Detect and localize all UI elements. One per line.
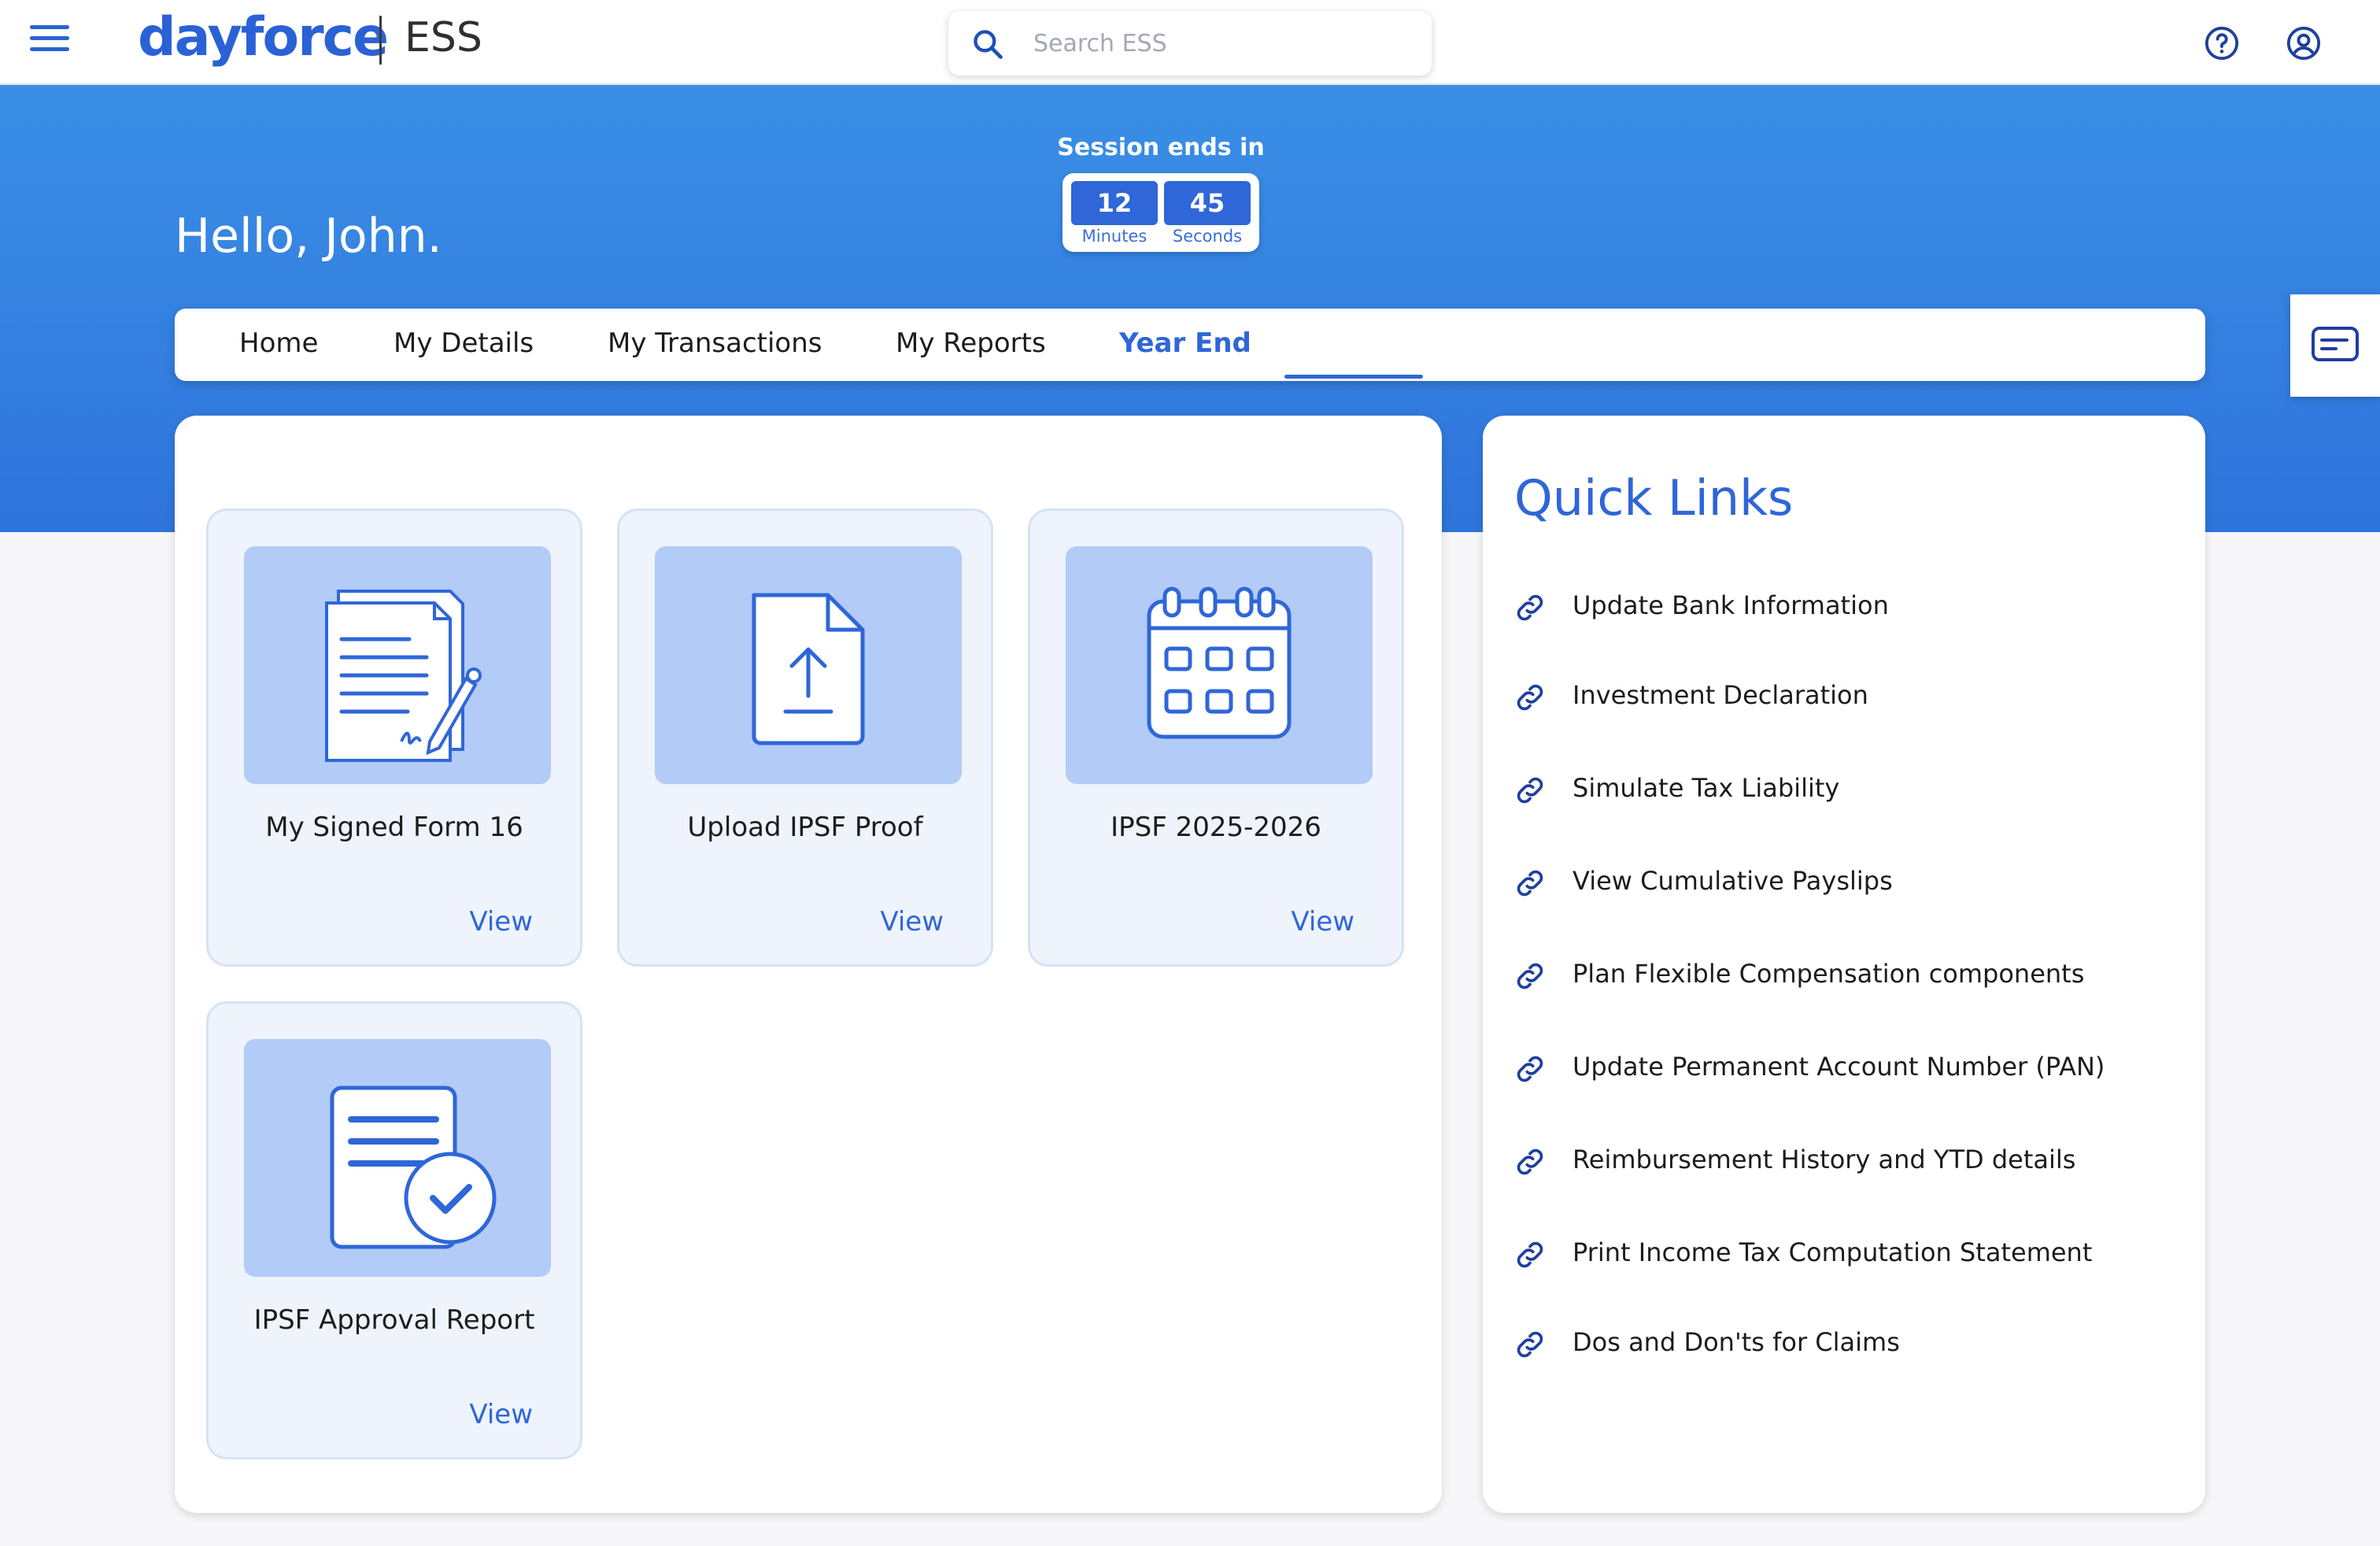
greeting: Hello, John. — [175, 209, 442, 264]
upload-file-icon — [752, 593, 865, 745]
link-icon — [1517, 1331, 1543, 1358]
card-title: My Signed Form 16 — [265, 812, 523, 843]
menu-icon[interactable] — [30, 25, 69, 57]
main-nav: Home My Details My Transactions My Repor… — [175, 309, 2205, 381]
view-link[interactable]: View — [469, 906, 533, 938]
card-thumbnail — [655, 546, 962, 784]
quick-link-label: Update Bank Information — [1572, 590, 1889, 620]
quick-link-label: Investment Declaration — [1572, 680, 1868, 710]
view-link[interactable]: View — [1291, 906, 1354, 938]
card-upload-ipsf-proof[interactable]: Upload IPSF Proof View — [617, 509, 993, 967]
tab-my-transactions[interactable]: My Transactions — [608, 327, 822, 359]
approved-document-icon — [330, 1086, 497, 1249]
card-title: Upload IPSF Proof — [687, 812, 923, 843]
chat-icon — [2312, 327, 2359, 361]
view-link[interactable]: View — [880, 906, 944, 938]
user-profile-icon[interactable] — [2286, 25, 2322, 61]
tab-home[interactable]: Home — [239, 327, 318, 359]
top-bar: dayforce ESS — [0, 0, 2380, 85]
quick-link-label: Simulate Tax Liability — [1572, 773, 1840, 803]
card-ipsf-2025-2026[interactable]: IPSF 2025-2026 View — [1028, 509, 1404, 967]
card-title: IPSF 2025-2026 — [1111, 812, 1321, 843]
calendar-icon — [1147, 586, 1292, 739]
quick-link-label: View Cumulative Payslips — [1572, 866, 1893, 896]
card-thumbnail — [244, 1039, 551, 1277]
link-icon — [1517, 1148, 1543, 1175]
app-name: ESS — [405, 14, 482, 61]
card-thumbnail — [1066, 546, 1373, 784]
search-input[interactable] — [1032, 22, 1413, 65]
card-thumbnail — [244, 546, 551, 784]
minutes-value: 12 — [1071, 181, 1158, 225]
year-end-panel: My Signed Form 16 View Upload IPSF Proof… — [175, 416, 1442, 1513]
link-icon — [1517, 684, 1543, 711]
quick-links-title: Quick Links — [1514, 469, 1794, 527]
signed-document-icon — [325, 590, 482, 762]
seconds-label: Seconds — [1172, 227, 1243, 246]
quick-links-panel: Quick Links Update Bank Information Inve… — [1483, 416, 2205, 1513]
search-icon — [974, 30, 1003, 59]
link-icon — [1517, 1056, 1543, 1082]
link-icon — [1517, 963, 1543, 989]
tab-year-end[interactable]: Year End — [1119, 327, 1251, 359]
session-label: Session ends in — [1057, 134, 1265, 161]
chat-button[interactable] — [2290, 294, 2380, 397]
help-icon[interactable] — [2204, 25, 2240, 61]
view-link[interactable]: View — [469, 1399, 533, 1430]
link-icon — [1517, 1241, 1543, 1268]
active-tab-indicator — [1284, 375, 1423, 379]
quick-link-label: Update Permanent Account Number (PAN) — [1572, 1052, 2105, 1082]
card-my-signed-form-16[interactable]: My Signed Form 16 View — [206, 509, 582, 967]
link-icon — [1517, 777, 1543, 804]
dayforce-logo[interactable]: dayforce — [138, 6, 389, 68]
quick-link-label: Print Income Tax Computation Statement — [1572, 1237, 2093, 1267]
quick-link-label: Plan Flexible Compensation components — [1572, 959, 2085, 989]
minutes-label: Minutes — [1081, 227, 1148, 246]
logo-divider — [379, 16, 382, 65]
quick-link-label: Reimbursement History and YTD details — [1572, 1145, 2076, 1174]
search-box[interactable] — [948, 11, 1432, 76]
session-timer: 12 45 Minutes Seconds — [1062, 173, 1259, 252]
card-title: IPSF Approval Report — [253, 1304, 535, 1336]
seconds-value: 45 — [1164, 181, 1251, 225]
quick-link-label: Dos and Don'ts for Claims — [1572, 1327, 1900, 1357]
link-icon — [1517, 870, 1543, 897]
tab-my-reports[interactable]: My Reports — [896, 327, 1046, 359]
link-icon — [1517, 594, 1543, 621]
tab-my-details[interactable]: My Details — [394, 327, 534, 359]
card-ipsf-approval-report[interactable]: IPSF Approval Report View — [206, 1001, 582, 1459]
